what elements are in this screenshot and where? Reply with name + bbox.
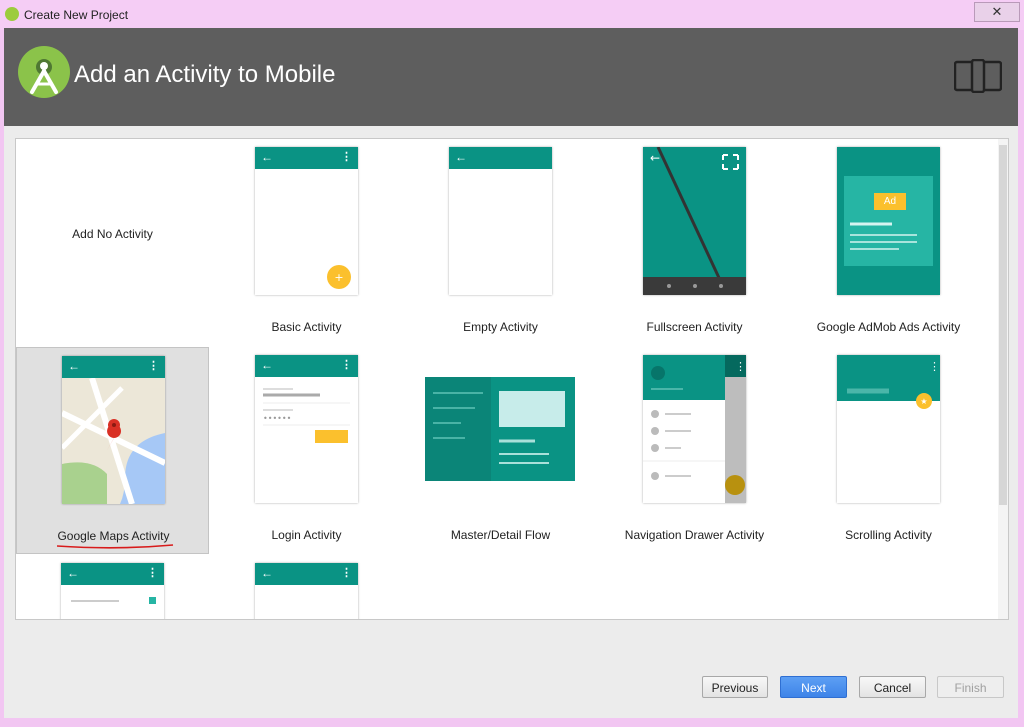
template-label: Fullscreen Activity: [646, 320, 743, 334]
create-project-dialog: Add an Activity to Mobile Add No Activit…: [4, 28, 1018, 718]
android-studio-icon: [18, 46, 70, 98]
template-label: Navigation Drawer Activity: [624, 528, 765, 542]
template-thumbnail: ⋮ ★: [837, 355, 940, 503]
template-label: Basic Activity: [271, 320, 342, 334]
overflow-menu-icon: ⋮: [341, 567, 352, 579]
template-thumbnail: ← ⋮: [61, 563, 164, 619]
svg-text:★: ★: [920, 397, 927, 406]
next-button[interactable]: Next: [780, 676, 847, 698]
svg-text:+: +: [334, 271, 343, 284]
template-basic-activity[interactable]: ← ⋮ + Basic Activity: [210, 139, 403, 346]
activity-gallery: Add No Activity ← ⋮ + Basic Activity ← Em…: [15, 138, 1009, 620]
template-label: Add No Activity: [72, 227, 153, 241]
template-thumbnail: ←: [643, 147, 746, 295]
red-underline-annotation: [57, 544, 174, 549]
template-thumbnail: ⋮: [643, 355, 746, 503]
template-navigation-drawer-activity[interactable]: ⋮ Navigation Drawer Activity: [598, 347, 791, 554]
overflow-menu-icon: ⋮: [148, 360, 159, 372]
template-add-no-activity[interactable]: Add No Activity: [16, 139, 209, 346]
template-admob-activity[interactable]: Ad Google AdMob Ads Activity: [792, 139, 985, 346]
svg-text:⋮: ⋮: [735, 360, 746, 373]
dialog-header: Add an Activity to Mobile: [4, 28, 1018, 126]
template-partial-row[interactable]: ← ⋮: [16, 555, 209, 619]
template-thumbnail: ← ⋮ ••••••: [255, 355, 358, 503]
template-thumbnail: [425, 377, 575, 481]
template-thumbnail: ← ⋮: [255, 563, 358, 619]
overflow-menu-icon: ⋮: [147, 567, 158, 579]
svg-text:←: ←: [650, 151, 660, 165]
template-label: Google Maps Activity: [57, 529, 170, 543]
svg-text:••••••: ••••••: [263, 414, 291, 423]
svg-text:⋮: ⋮: [929, 360, 940, 373]
template-scrolling-activity[interactable]: ⋮ ★ Scrolling Activity: [792, 347, 985, 554]
template-fullscreen-activity[interactable]: ← Fullscreen Activity: [598, 139, 791, 346]
ad-badge: Ad: [883, 196, 897, 207]
cancel-button[interactable]: Cancel: [859, 676, 926, 698]
template-label: Login Activity: [271, 528, 342, 542]
back-arrow-icon: ←: [261, 358, 273, 372]
overflow-menu-icon: ⋮: [341, 359, 352, 371]
template-thumbnail: ←: [449, 147, 552, 295]
template-partial-row[interactable]: ← ⋮: [210, 555, 403, 619]
template-thumbnail: ← ⋮ +: [255, 147, 358, 295]
template-label: Scrolling Activity: [845, 528, 932, 542]
gallery-scrollbar[interactable]: [998, 139, 1008, 619]
template-label: Google AdMob Ads Activity: [816, 320, 961, 334]
back-arrow-icon: ←: [455, 150, 467, 164]
template-google-maps-activity[interactable]: ← ⋮ Google Maps Activity: [16, 347, 209, 554]
window-title: Create New Project: [24, 8, 129, 22]
window-close-button[interactable]: ✕: [974, 2, 1020, 22]
back-arrow-icon: ←: [68, 359, 80, 373]
scrollbar-thumb[interactable]: [999, 145, 1007, 505]
template-login-activity[interactable]: ← ⋮ •••••• Login Activity: [210, 347, 403, 554]
window-title-bar: Create New Project ✕: [0, 0, 1024, 30]
template-thumbnail: ← ⋮: [62, 356, 165, 504]
finish-button[interactable]: Finish: [937, 676, 1004, 698]
template-thumbnail: Ad: [837, 147, 940, 295]
phone-tablet-icon: [953, 58, 1003, 98]
page-title: Add an Activity to Mobile: [74, 61, 336, 88]
previous-button[interactable]: Previous: [702, 676, 768, 698]
template-empty-activity[interactable]: ← Empty Activity: [404, 139, 597, 346]
template-label: Master/Detail Flow: [450, 528, 551, 542]
app-icon: [5, 7, 19, 21]
back-arrow-icon: ←: [67, 566, 79, 580]
template-label: Empty Activity: [463, 320, 538, 334]
window-bottom-border: [0, 718, 1024, 727]
back-arrow-icon: ←: [261, 566, 273, 580]
template-master-detail-flow[interactable]: Master/Detail Flow: [404, 347, 597, 554]
